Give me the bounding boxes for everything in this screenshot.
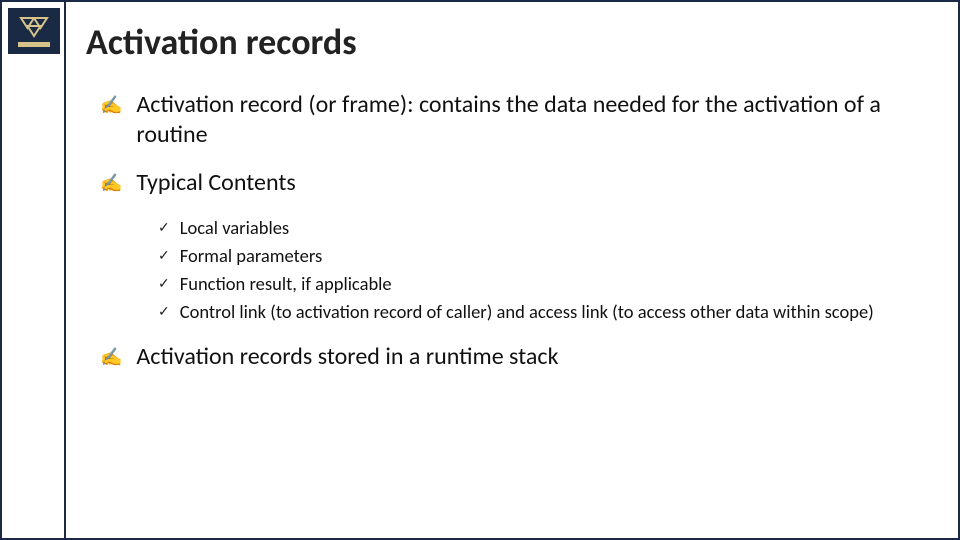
sub-bullet-text: Function result, if applicable	[180, 272, 392, 296]
slide: Activation records ✍ Activation record (…	[0, 0, 960, 540]
check-icon: ✓	[158, 272, 170, 296]
logo-bar-icon	[18, 42, 50, 47]
list-item: ✓ Formal parameters	[158, 244, 934, 268]
hand-pen-icon: ✍	[100, 342, 122, 372]
hand-pen-icon: ✍	[100, 90, 122, 120]
logo-triangles-icon	[17, 16, 51, 38]
sub-bullet-text: Formal parameters	[180, 244, 323, 268]
list-item: ✍ Activation record (or frame): contains…	[100, 90, 934, 150]
check-icon: ✓	[158, 216, 170, 240]
sub-bullet-text: Control link (to activation record of ca…	[180, 300, 874, 324]
bullet-text: Activation record (or frame): contains t…	[136, 90, 934, 150]
list-item: ✓ Control link (to activation record of …	[158, 300, 934, 324]
list-item: ✍ Activation records stored in a runtime…	[100, 342, 934, 372]
check-icon: ✓	[158, 244, 170, 268]
list-item: ✍ Typical Contents	[100, 168, 934, 198]
check-icon: ✓	[158, 300, 170, 324]
sub-list: ✓ Local variables ✓ Formal parameters ✓ …	[158, 216, 934, 324]
list-item: ✓ Function result, if applicable	[158, 272, 934, 296]
left-rail	[2, 2, 66, 538]
hand-pen-icon: ✍	[100, 168, 122, 198]
bullet-text: Typical Contents	[136, 168, 295, 198]
logo-badge	[8, 8, 60, 54]
slide-title: Activation records	[86, 20, 934, 64]
slide-content: Activation records ✍ Activation record (…	[66, 2, 958, 538]
bullet-list: ✍ Activation record (or frame): contains…	[86, 90, 934, 372]
bullet-text: Activation records stored in a runtime s…	[136, 342, 558, 372]
list-item: ✓ Local variables	[158, 216, 934, 240]
sub-bullet-text: Local variables	[180, 216, 289, 240]
